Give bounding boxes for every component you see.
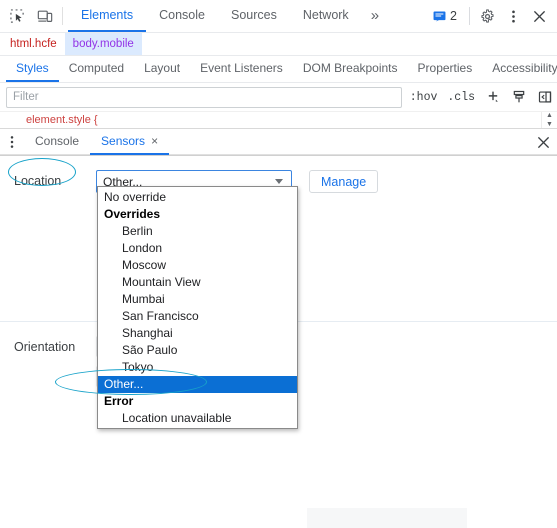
tab-sources[interactable]: Sources bbox=[218, 0, 290, 32]
tab-dom-breakpoints[interactable]: DOM Breakpoints bbox=[293, 56, 408, 82]
drawer-tab-close-icon[interactable]: × bbox=[151, 135, 158, 147]
tab-event-listeners[interactable]: Event Listeners bbox=[190, 56, 293, 82]
gear-icon[interactable] bbox=[474, 2, 500, 30]
styles-content-strip: element.style { ▲ ▼ bbox=[0, 112, 557, 129]
main-toolbar: Elements Console Sources Network » 2 bbox=[0, 0, 557, 33]
orientation-label: Orientation bbox=[14, 340, 76, 354]
print-styles-icon[interactable] bbox=[509, 90, 529, 104]
dropdown-option-location-unavailable[interactable]: Location unavailable bbox=[98, 410, 297, 427]
tab-console[interactable]: Console bbox=[146, 0, 218, 32]
orientation-3d-box[interactable] bbox=[307, 508, 467, 528]
chevron-down-icon bbox=[275, 179, 283, 184]
location-dropdown-list[interactable]: No override Overrides Berlin London Mosc… bbox=[97, 186, 298, 429]
devtools-window: Elements Console Sources Network » 2 htm… bbox=[0, 0, 557, 528]
tab-properties[interactable]: Properties bbox=[408, 56, 483, 82]
dropdown-option-london[interactable]: London bbox=[98, 240, 297, 257]
tab-layout[interactable]: Layout bbox=[134, 56, 190, 82]
scroll-down-arrow[interactable]: ▼ bbox=[546, 121, 553, 128]
tab-network[interactable]: Network bbox=[290, 0, 362, 32]
filter-input[interactable] bbox=[6, 86, 402, 108]
drawer-tab-console[interactable]: Console bbox=[24, 129, 90, 155]
dropdown-option-other[interactable]: Other... bbox=[98, 376, 297, 393]
console-messages-badge[interactable]: 2 bbox=[425, 9, 465, 23]
breadcrumb-item-body[interactable]: body.mobile bbox=[64, 33, 142, 55]
toolbar-right-divider bbox=[469, 7, 470, 25]
drawer-tab-console-label: Console bbox=[35, 134, 80, 148]
tab-accessibility[interactable]: Accessibility bbox=[482, 56, 557, 82]
cls-button[interactable]: .cls bbox=[445, 91, 477, 104]
tab-styles[interactable]: Styles bbox=[6, 56, 59, 82]
dropdown-option-tokyo[interactable]: Tokyo bbox=[98, 359, 297, 376]
dropdown-option-sao-paulo[interactable]: São Paulo bbox=[98, 342, 297, 359]
toolbar-divider bbox=[62, 7, 63, 25]
drawer-tab-sensors[interactable]: Sensors × bbox=[90, 129, 170, 155]
dropdown-group-error: Error bbox=[104, 394, 134, 408]
dropdown-option-berlin[interactable]: Berlin bbox=[98, 223, 297, 240]
drawer-close-icon[interactable] bbox=[529, 129, 557, 155]
dropdown-option-san-francisco[interactable]: San Francisco bbox=[98, 308, 297, 325]
tab-elements[interactable]: Elements bbox=[68, 0, 147, 32]
styles-rule-ghost-text: element.style { bbox=[26, 114, 98, 126]
plus-icon[interactable] bbox=[483, 90, 503, 104]
styles-filter-bar: :hov .cls bbox=[0, 83, 557, 112]
styles-scrollbar[interactable]: ▲ ▼ bbox=[541, 112, 557, 128]
location-label: Location bbox=[14, 174, 62, 188]
message-bubble-icon bbox=[433, 10, 446, 22]
kebab-menu-icon[interactable] bbox=[500, 2, 526, 30]
panel-tabs: Elements Console Sources Network » bbox=[68, 0, 388, 32]
styles-sidebar-tabs: Styles Computed Layout Event Listeners D… bbox=[0, 56, 557, 83]
toggle-sidebar-icon[interactable] bbox=[535, 90, 555, 104]
toolbar-right-actions: 2 bbox=[425, 0, 557, 32]
dropdown-option-shanghai[interactable]: Shanghai bbox=[98, 325, 297, 342]
drawer-tab-sensors-label: Sensors bbox=[101, 134, 146, 148]
message-count: 2 bbox=[450, 9, 457, 23]
close-icon[interactable] bbox=[526, 2, 552, 30]
tab-computed[interactable]: Computed bbox=[59, 56, 134, 82]
device-toolbar-icon[interactable] bbox=[31, 0, 59, 32]
scroll-up-arrow[interactable]: ▲ bbox=[546, 112, 553, 119]
drawer-tab-bar: Console Sensors × bbox=[0, 129, 557, 156]
hov-button[interactable]: :hov bbox=[408, 91, 440, 104]
dropdown-group-overrides: Overrides bbox=[104, 207, 161, 221]
dropdown-option-mumbai[interactable]: Mumbai bbox=[98, 291, 297, 308]
breadcrumb: html.hcfe body.mobile bbox=[0, 33, 557, 56]
dropdown-option-no-override[interactable]: No override bbox=[98, 189, 297, 206]
drawer-tab-spacer bbox=[169, 129, 529, 155]
dropdown-option-moscow[interactable]: Moscow bbox=[98, 257, 297, 274]
drawer-menu-icon[interactable] bbox=[0, 129, 24, 155]
manage-button[interactable]: Manage bbox=[309, 170, 379, 193]
more-tabs-button[interactable]: » bbox=[362, 0, 388, 32]
breadcrumb-item-html[interactable]: html.hcfe bbox=[2, 33, 65, 55]
inspect-cursor-icon[interactable] bbox=[3, 0, 31, 32]
dropdown-option-mountain-view[interactable]: Mountain View bbox=[98, 274, 297, 291]
